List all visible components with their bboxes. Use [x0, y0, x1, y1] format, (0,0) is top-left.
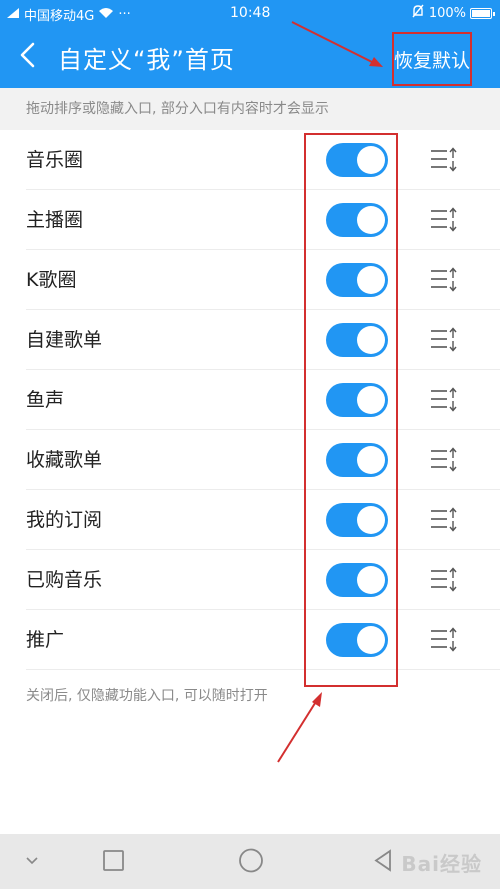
system-nav-bar: Bai经验	[0, 834, 500, 889]
list-item: 音乐圈	[26, 130, 500, 190]
drag-sort-icon[interactable]	[430, 567, 460, 593]
drag-sort-icon[interactable]	[430, 327, 460, 353]
back-button[interactable]	[14, 38, 44, 72]
list-item: 已购音乐	[26, 550, 500, 610]
hint-text: 拖动排序或隐藏入口, 部分入口有内容时才会显示	[0, 88, 500, 130]
entry-label: 自建歌单	[26, 329, 103, 351]
watermark: Bai经验	[401, 852, 482, 876]
battery-icon	[470, 7, 495, 19]
drag-sort-icon[interactable]	[430, 207, 460, 233]
list-item: 主播圈	[26, 190, 500, 250]
status-left: 中国移动4G ···	[6, 5, 131, 24]
alarm-off-icon	[411, 4, 425, 22]
restore-default-button[interactable]: 恢复默认	[392, 32, 472, 86]
entry-label: 主播圈	[26, 209, 84, 231]
home-circle-icon[interactable]	[238, 846, 266, 880]
back-triangle-icon[interactable]	[372, 846, 394, 880]
list-item: 我的订阅	[26, 490, 500, 550]
entry-label: 已购音乐	[26, 569, 103, 591]
list-item: K歌圈	[26, 250, 500, 310]
status-bar: 中国移动4G ··· 10:48 100%	[0, 0, 500, 26]
entry-label: 鱼声	[26, 389, 65, 411]
list-item: 鱼声	[26, 370, 500, 430]
drag-sort-icon[interactable]	[430, 627, 460, 653]
wifi-icon	[98, 7, 114, 23]
drag-sort-icon[interactable]	[430, 387, 460, 413]
drag-sort-icon[interactable]	[430, 267, 460, 293]
status-dots: ···	[118, 7, 131, 22]
list-item: 收藏歌单	[26, 430, 500, 490]
chevron-left-icon	[20, 42, 35, 68]
status-time: 10:48	[230, 5, 271, 21]
entry-label: 推广	[26, 629, 65, 651]
battery-label: 100%	[428, 5, 466, 21]
drag-sort-icon[interactable]	[430, 507, 460, 533]
footer-note: 关闭后, 仅隐藏功能入口, 可以随时打开	[26, 688, 268, 704]
drag-sort-icon[interactable]	[430, 147, 460, 173]
page-title: 自定义“我”首页	[58, 46, 235, 74]
entry-label: 音乐圈	[26, 149, 84, 171]
list-item: 自建歌单	[26, 310, 500, 370]
list-item: 推广	[26, 610, 500, 670]
app-header: 中国移动4G ··· 10:48 100% 自定义“我”首页 恢复默认	[0, 0, 500, 88]
carrier-label: 中国移动4G	[24, 9, 95, 24]
chevron-down-icon[interactable]	[24, 846, 40, 880]
recents-square-icon[interactable]	[102, 846, 126, 880]
signal-icon	[6, 7, 20, 23]
entry-list: 音乐圈主播圈 K歌圈自建歌单鱼声收藏歌单我的订阅已购音乐推广	[0, 130, 500, 670]
entry-label: 收藏歌单	[26, 449, 103, 471]
annotation-box	[304, 133, 398, 687]
drag-sort-icon[interactable]	[430, 447, 460, 473]
entry-label: 我的订阅	[26, 509, 103, 531]
entry-label: K歌圈	[26, 269, 77, 291]
status-right: 100%	[411, 4, 495, 22]
